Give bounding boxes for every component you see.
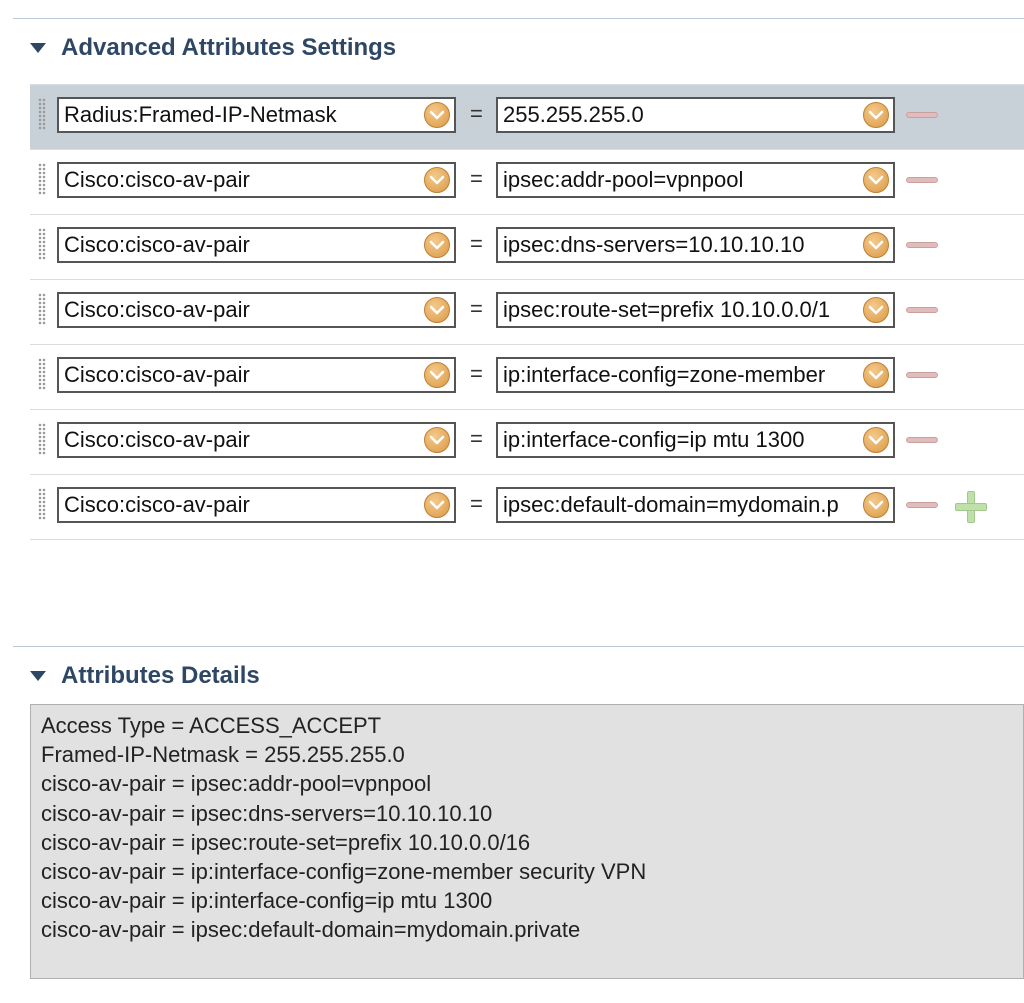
section-divider [13, 646, 1024, 647]
drag-handle-icon[interactable] [38, 488, 46, 520]
operator-label: = [470, 166, 483, 191]
attribute-row[interactable]: Cisco:cisco-av-pair = ip:interface-config=… [30, 345, 1024, 410]
chevron-down-icon[interactable] [863, 427, 889, 453]
advanced-attributes-header[interactable]: Advanced Attributes Settings [30, 34, 396, 62]
plus-icon[interactable] [955, 491, 987, 523]
operator-label: = [470, 231, 483, 256]
attribute-row[interactable]: Cisco:cisco-av-pair = ipsec:addr-pool=vpnp… [30, 150, 1024, 215]
minus-icon[interactable] [906, 112, 938, 118]
minus-icon[interactable] [906, 372, 938, 378]
drag-handle-icon[interactable] [38, 228, 46, 260]
minus-icon[interactable] [906, 307, 938, 313]
chevron-down-icon[interactable] [424, 492, 450, 518]
minus-icon[interactable] [906, 177, 938, 183]
minus-icon[interactable] [906, 502, 938, 508]
minus-icon[interactable] [906, 242, 938, 248]
attribute-detail-line: Framed-IP-Netmask = 255.255.255.0 [41, 742, 405, 768]
attribute-value-select[interactable]: 255.255.255.0 [496, 97, 895, 133]
attribute-name-select[interactable]: Cisco:cisco-av-pair [57, 422, 456, 458]
attribute-value-select[interactable]: ip:interface-config=ip mtu 1300 [496, 422, 895, 458]
chevron-down-icon[interactable] [863, 167, 889, 193]
chevron-down-icon[interactable] [863, 232, 889, 258]
attribute-name-value: Cisco:cisco-av-pair [64, 427, 250, 452]
collapse-triangle-icon[interactable] [30, 43, 46, 53]
collapse-triangle-icon[interactable] [30, 671, 46, 681]
attribute-value-text: ipsec:default-domain=mydomain.p [503, 492, 839, 517]
attribute-detail-line: cisco-av-pair = ipsec:dns-servers=10.10.… [41, 800, 493, 826]
operator-label: = [470, 296, 483, 321]
attribute-value-select[interactable]: ip:interface-config=zone-member [496, 357, 895, 393]
attribute-name-value: Radius:Framed-IP-Netmask [64, 102, 337, 127]
drag-handle-icon[interactable] [38, 98, 46, 130]
attribute-row[interactable]: Radius:Framed-IP-Netmask = 255.255.255.0 [30, 84, 1024, 150]
attribute-detail-line: cisco-av-pair = ipsec:default-domain=myd… [41, 917, 581, 943]
section-divider [13, 18, 1024, 19]
attribute-name-select[interactable]: Cisco:cisco-av-pair [57, 357, 456, 393]
chevron-down-icon[interactable] [424, 102, 450, 128]
attribute-value-text: ipsec:dns-servers=10.10.10.10 [503, 232, 805, 257]
drag-handle-icon[interactable] [38, 423, 46, 455]
chevron-down-icon[interactable] [424, 232, 450, 258]
operator-label: = [470, 491, 483, 516]
attribute-name-select[interactable]: Radius:Framed-IP-Netmask [57, 97, 456, 133]
attribute-name-value: Cisco:cisco-av-pair [64, 232, 250, 257]
attribute-detail-line: cisco-av-pair = ip:interface-config=zone… [41, 859, 647, 885]
drag-handle-icon[interactable] [38, 163, 46, 195]
attribute-detail-line: Access Type = ACCESS_ACCEPT [41, 713, 382, 738]
attribute-detail-line: cisco-av-pair = ipsec:route-set=prefix 1… [41, 829, 531, 855]
attribute-value-text: ipsec:addr-pool=vpnpool [503, 167, 744, 192]
chevron-down-icon[interactable] [424, 167, 450, 193]
attribute-row[interactable]: Cisco:cisco-av-pair = ip:interface-config=… [30, 410, 1024, 475]
attributes-details-box: Access Type = ACCESS_ACCEPT Framed-IP-Net… [30, 704, 1024, 979]
attribute-value-text: 255.255.255.0 [503, 102, 644, 127]
attribute-name-value: Cisco:cisco-av-pair [64, 362, 250, 387]
chevron-down-icon[interactable] [424, 427, 450, 453]
attribute-name-select[interactable]: Cisco:cisco-av-pair [57, 487, 456, 523]
attribute-name-value: Cisco:cisco-av-pair [64, 297, 250, 322]
chevron-down-icon[interactable] [424, 297, 450, 323]
chevron-down-icon[interactable] [863, 492, 889, 518]
attribute-name-value: Cisco:cisco-av-pair [64, 492, 250, 517]
operator-label: = [470, 101, 483, 126]
attribute-row[interactable]: Cisco:cisco-av-pair = ipsec:default-domain… [30, 475, 1024, 540]
attribute-detail-line: cisco-av-pair = ip:interface-config=ip m… [41, 888, 493, 914]
attribute-value-select[interactable]: ipsec:dns-servers=10.10.10.10 [496, 227, 895, 263]
section-title: Advanced Attributes Settings [61, 34, 397, 61]
attribute-name-select[interactable]: Cisco:cisco-av-pair [57, 162, 456, 198]
chevron-down-icon[interactable] [863, 102, 889, 128]
attribute-row[interactable]: Cisco:cisco-av-pair = ipsec:dns-servers=10… [30, 215, 1024, 280]
chevron-down-icon[interactable] [424, 362, 450, 388]
page: Advanced Attributes Settings Radius:Fram… [0, 0, 1024, 1003]
chevron-down-icon[interactable] [863, 297, 889, 323]
attribute-value-select[interactable]: ipsec:route-set=prefix 10.10.0.0/1 [496, 292, 895, 328]
section-title: Attributes Details [61, 662, 260, 689]
attribute-name-select[interactable]: Cisco:cisco-av-pair [57, 227, 456, 263]
attribute-value-text: ip:interface-config=ip mtu 1300 [503, 427, 805, 452]
chevron-down-icon[interactable] [863, 362, 889, 388]
drag-handle-icon[interactable] [38, 358, 46, 390]
attributes-details-header[interactable]: Attributes Details [30, 662, 260, 690]
attribute-name-select[interactable]: Cisco:cisco-av-pair [57, 292, 456, 328]
operator-label: = [470, 361, 483, 386]
attribute-rows: Radius:Framed-IP-Netmask = 255.255.255.0 Ci… [30, 84, 1024, 540]
attribute-value-text: ipsec:route-set=prefix 10.10.0.0/1 [503, 297, 831, 322]
attribute-row[interactable]: Cisco:cisco-av-pair = ipsec:route-set=pref… [30, 280, 1024, 345]
attribute-value-select[interactable]: ipsec:addr-pool=vpnpool [496, 162, 895, 198]
drag-handle-icon[interactable] [38, 293, 46, 325]
attribute-value-select[interactable]: ipsec:default-domain=mydomain.p [496, 487, 895, 523]
attribute-value-text: ip:interface-config=zone-member [503, 362, 826, 387]
operator-label: = [470, 426, 483, 451]
minus-icon[interactable] [906, 437, 938, 443]
attribute-detail-line: cisco-av-pair = ipsec:addr-pool=vpnpool [41, 771, 432, 797]
attribute-name-value: Cisco:cisco-av-pair [64, 167, 250, 192]
